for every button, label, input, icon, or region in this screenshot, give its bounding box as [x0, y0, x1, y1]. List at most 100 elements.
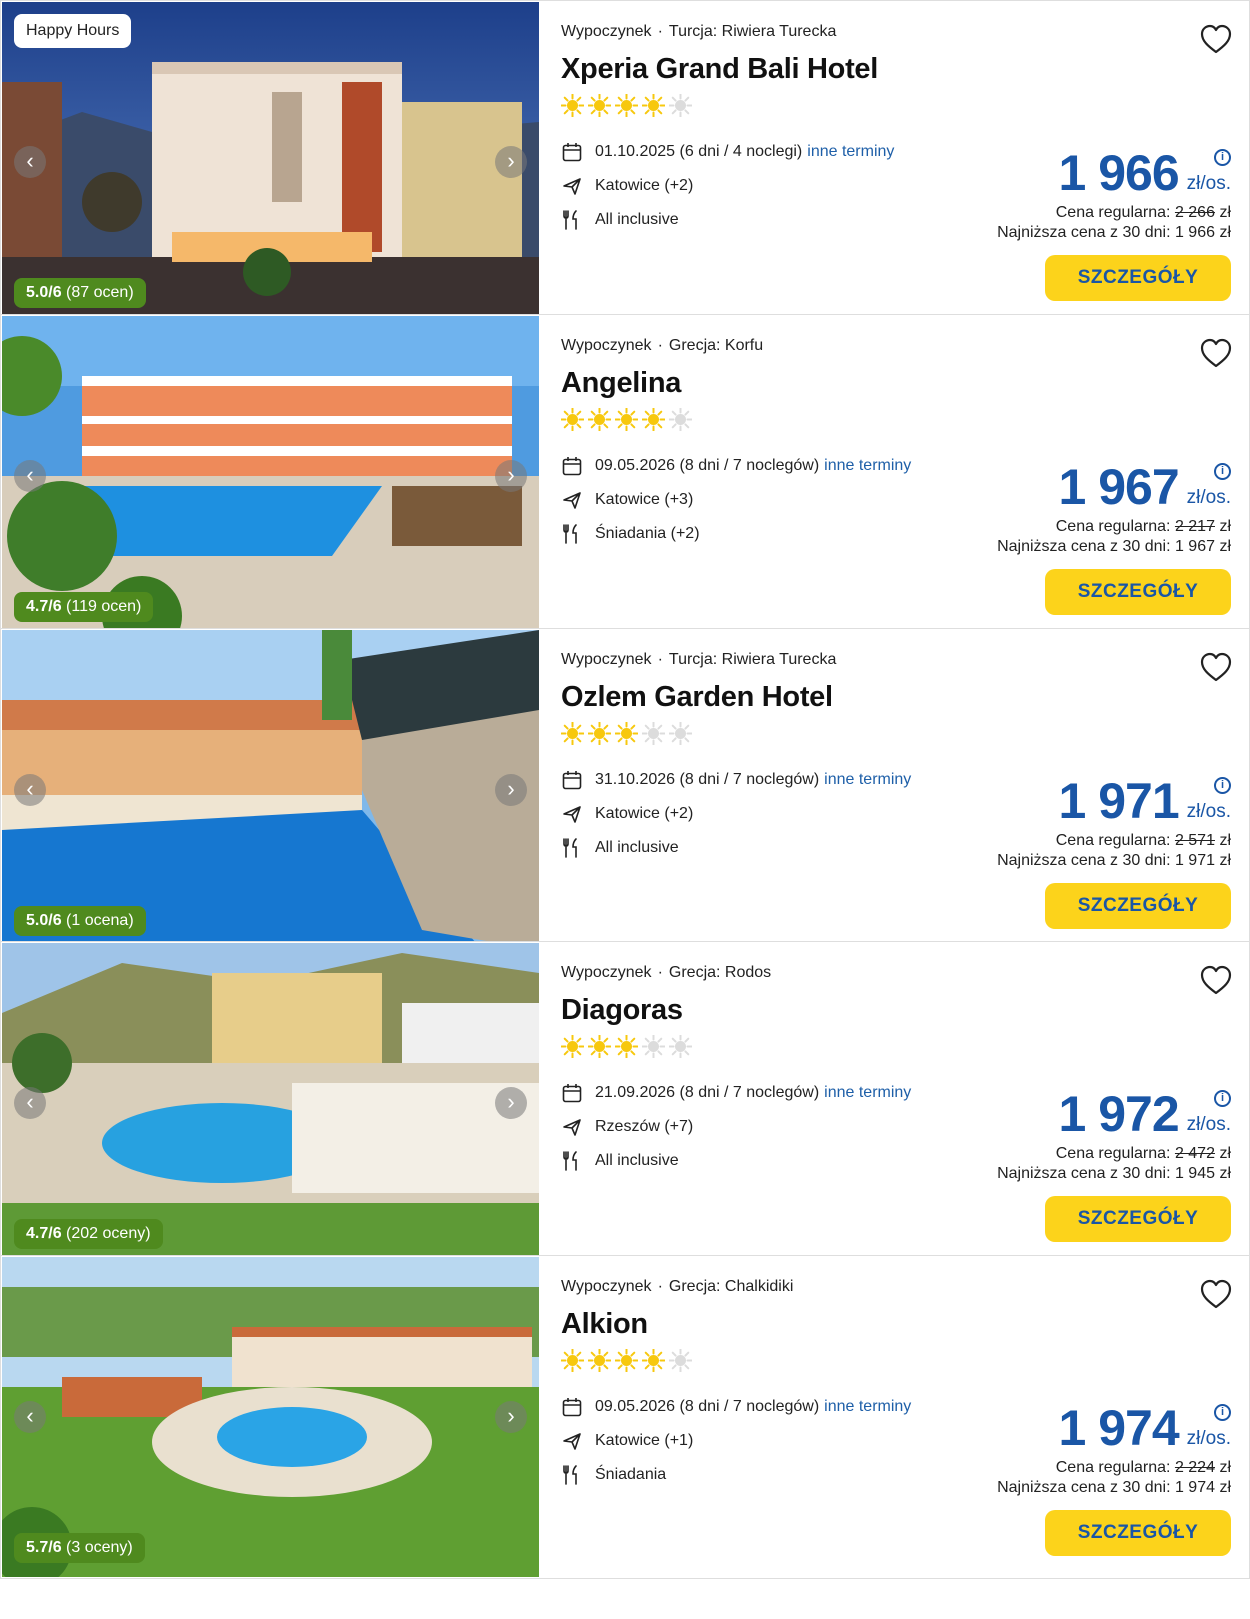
other-dates-link[interactable]: inne terminy — [824, 1084, 911, 1102]
hotel-name[interactable]: Ozlem Garden Hotel — [561, 681, 833, 714]
price-line: 1 974 zł/os. i — [997, 1400, 1231, 1456]
board-type: All inclusive — [595, 838, 679, 856]
heart-icon[interactable] — [1198, 21, 1234, 57]
hotel-name[interactable]: Angelina — [561, 367, 681, 400]
details-button[interactable]: SZCZEGÓŁY — [1045, 1196, 1231, 1243]
rating-badge: 5.0/6 (1 ocena) — [14, 905, 146, 936]
cutlery-icon — [563, 1151, 577, 1172]
regular-price: Cena regularna: 2 217 zł — [997, 517, 1231, 537]
board-type: Śniadania — [595, 1466, 667, 1484]
details-button[interactable]: SZCZEGÓŁY — [1045, 882, 1231, 929]
sun-star-icon — [615, 721, 638, 745]
chevron-left-icon[interactable]: ‹ — [14, 146, 46, 178]
price-unit: zł/os. — [1186, 486, 1231, 508]
date-row: 09.05.2026 (8 dni / 7 noclegów) inne ter… — [561, 449, 911, 483]
sun-star-icon — [561, 1035, 584, 1059]
calendar-icon — [562, 456, 582, 476]
chevron-right-icon[interactable]: › — [495, 146, 527, 178]
sun-star-icon — [642, 1035, 665, 1059]
offer-type: Wypoczynek — [561, 23, 652, 40]
hotel-photo[interactable]: Happy Hours 5.0/6 (87 ocen) ‹ › — [2, 2, 539, 322]
hotel-photo[interactable]: 5.0/6 (1 ocena) ‹ › — [2, 629, 539, 950]
offer-card[interactable]: 5.7/6 (3 oceny) ‹ › Wypoczynek · Grecja: C… — [0, 1255, 1250, 1580]
rating-score: 5.7/6 — [26, 1539, 62, 1557]
chevron-left-icon[interactable]: ‹ — [14, 459, 46, 492]
sun-star-icon — [669, 1035, 692, 1059]
regular-price-value: 2 266 — [1174, 204, 1215, 221]
hotel-name[interactable]: Diagoras — [561, 994, 683, 1027]
sun-star-icon — [561, 721, 584, 745]
offer-type: Wypoczynek — [561, 1278, 652, 1296]
board-type: All inclusive — [595, 1152, 679, 1170]
sun-star-icon — [642, 721, 665, 745]
hotel-image — [2, 629, 539, 950]
departure-city: Katowice (+3) — [595, 490, 694, 508]
details-button[interactable]: SZCZEGÓŁY — [1045, 1510, 1231, 1557]
regular-price: Cena regularna: 2 472 zł — [997, 1144, 1231, 1164]
other-dates-link[interactable]: inne terminy — [824, 1398, 911, 1416]
regular-price-label: Cena regularna: — [1055, 1145, 1171, 1163]
price-value: 1 972 — [1058, 1086, 1180, 1143]
chevron-right-icon[interactable]: › — [495, 773, 527, 806]
price-block: 1 972 zł/os. i Cena regularna: 2 472 zł … — [997, 1086, 1231, 1184]
calendar-icon — [562, 770, 582, 789]
board-row: All inclusive — [561, 831, 911, 865]
offer-card[interactable]: 5.0/6 (1 ocena) ‹ › Wypoczynek · Turcja: R… — [0, 627, 1250, 952]
info-icon[interactable]: i — [1214, 1090, 1231, 1108]
hotel-photo[interactable]: 4.7/6 (202 oceny) ‹ › — [2, 943, 539, 1264]
sun-star-icon — [642, 94, 665, 117]
offer-card[interactable]: 4.7/6 (202 oceny) ‹ › Wypoczynek · Grecja:… — [0, 941, 1250, 1266]
regular-price-value: 2 217 — [1174, 517, 1215, 535]
hotel-photo[interactable]: 5.7/6 (3 oceny) ‹ › — [2, 1257, 539, 1578]
separator-dot: · — [657, 964, 663, 982]
date-row: 21.09.2026 (8 dni / 7 noclegów) inne ter… — [561, 1076, 911, 1110]
board-row: Śniadania (+2) — [561, 517, 911, 551]
departure-row: Rzeszów (+7) — [561, 1110, 911, 1144]
departure-city: Katowice (+2) — [595, 177, 694, 194]
offer-list: Happy Hours 5.0/6 (87 ocen) ‹ › Wypoczyn… — [0, 0, 1250, 1619]
hotel-name[interactable]: Xperia Grand Bali Hotel — [561, 53, 878, 86]
departure-city: Katowice (+1) — [595, 1432, 694, 1450]
price-unit: zł/os. — [1186, 1428, 1231, 1450]
cutlery-icon — [563, 523, 577, 544]
info-icon[interactable]: i — [1214, 149, 1231, 166]
chevron-right-icon[interactable]: › — [495, 1401, 527, 1434]
sun-star-icon — [669, 721, 692, 745]
plane-icon — [563, 178, 581, 195]
details-button[interactable]: SZCZEGÓŁY — [1045, 568, 1231, 615]
offer-card[interactable]: 4.7/6 (119 ocen) ‹ › Wypoczynek · Grecja: … — [0, 313, 1250, 638]
offer-info: Wypoczynek · Grecja: Rodos Diagoras 21.09.… — [561, 942, 1250, 1266]
hotel-photo[interactable]: 4.7/6 (119 ocen) ‹ › — [2, 315, 539, 636]
info-icon[interactable]: i — [1214, 462, 1231, 480]
chevron-right-icon[interactable]: › — [495, 459, 527, 492]
info-icon[interactable]: i — [1214, 776, 1231, 794]
heart-icon[interactable] — [1198, 1276, 1234, 1312]
regular-price-label: Cena regularna: — [1055, 517, 1171, 535]
regular-price: Cena regularna: 2 266 zł — [997, 203, 1231, 223]
hotel-name[interactable]: Alkion — [561, 1308, 648, 1341]
info-icon[interactable]: i — [1214, 1404, 1231, 1422]
heart-icon[interactable] — [1198, 649, 1234, 685]
heart-icon[interactable] — [1198, 962, 1234, 998]
chevron-left-icon[interactable]: ‹ — [14, 773, 46, 806]
lowest-price-30-days: Najniższa cena z 30 dni: 1 974 zł — [997, 1479, 1231, 1497]
plane-icon — [563, 805, 581, 823]
lowest-price-30-days: Najniższa cena z 30 dni: 1 967 zł — [997, 537, 1231, 555]
hotel-image — [2, 943, 539, 1264]
other-dates-link[interactable]: inne terminy — [824, 771, 911, 789]
price-value: 1 967 — [1058, 458, 1180, 515]
hotel-category-stars — [561, 1349, 692, 1373]
hotel-image — [2, 1257, 539, 1578]
chevron-left-icon[interactable]: ‹ — [14, 1401, 46, 1434]
other-dates-link[interactable]: inne terminy — [824, 457, 911, 475]
offer-card[interactable]: Happy Hours 5.0/6 (87 ocen) ‹ › Wypoczyn… — [0, 0, 1250, 324]
heart-icon[interactable] — [1198, 335, 1234, 371]
details-button[interactable]: SZCZEGÓŁY — [1045, 255, 1231, 301]
hotel-image — [2, 315, 539, 636]
other-dates-link[interactable]: inne terminy — [807, 143, 894, 161]
board-type: Śniadania (+2) — [595, 524, 700, 542]
cutlery-icon — [563, 210, 577, 230]
offer-meta: Wypoczynek · Grecja: Rodos — [561, 964, 771, 982]
hotel-category-stars — [561, 407, 692, 431]
sun-star-icon — [642, 407, 665, 431]
